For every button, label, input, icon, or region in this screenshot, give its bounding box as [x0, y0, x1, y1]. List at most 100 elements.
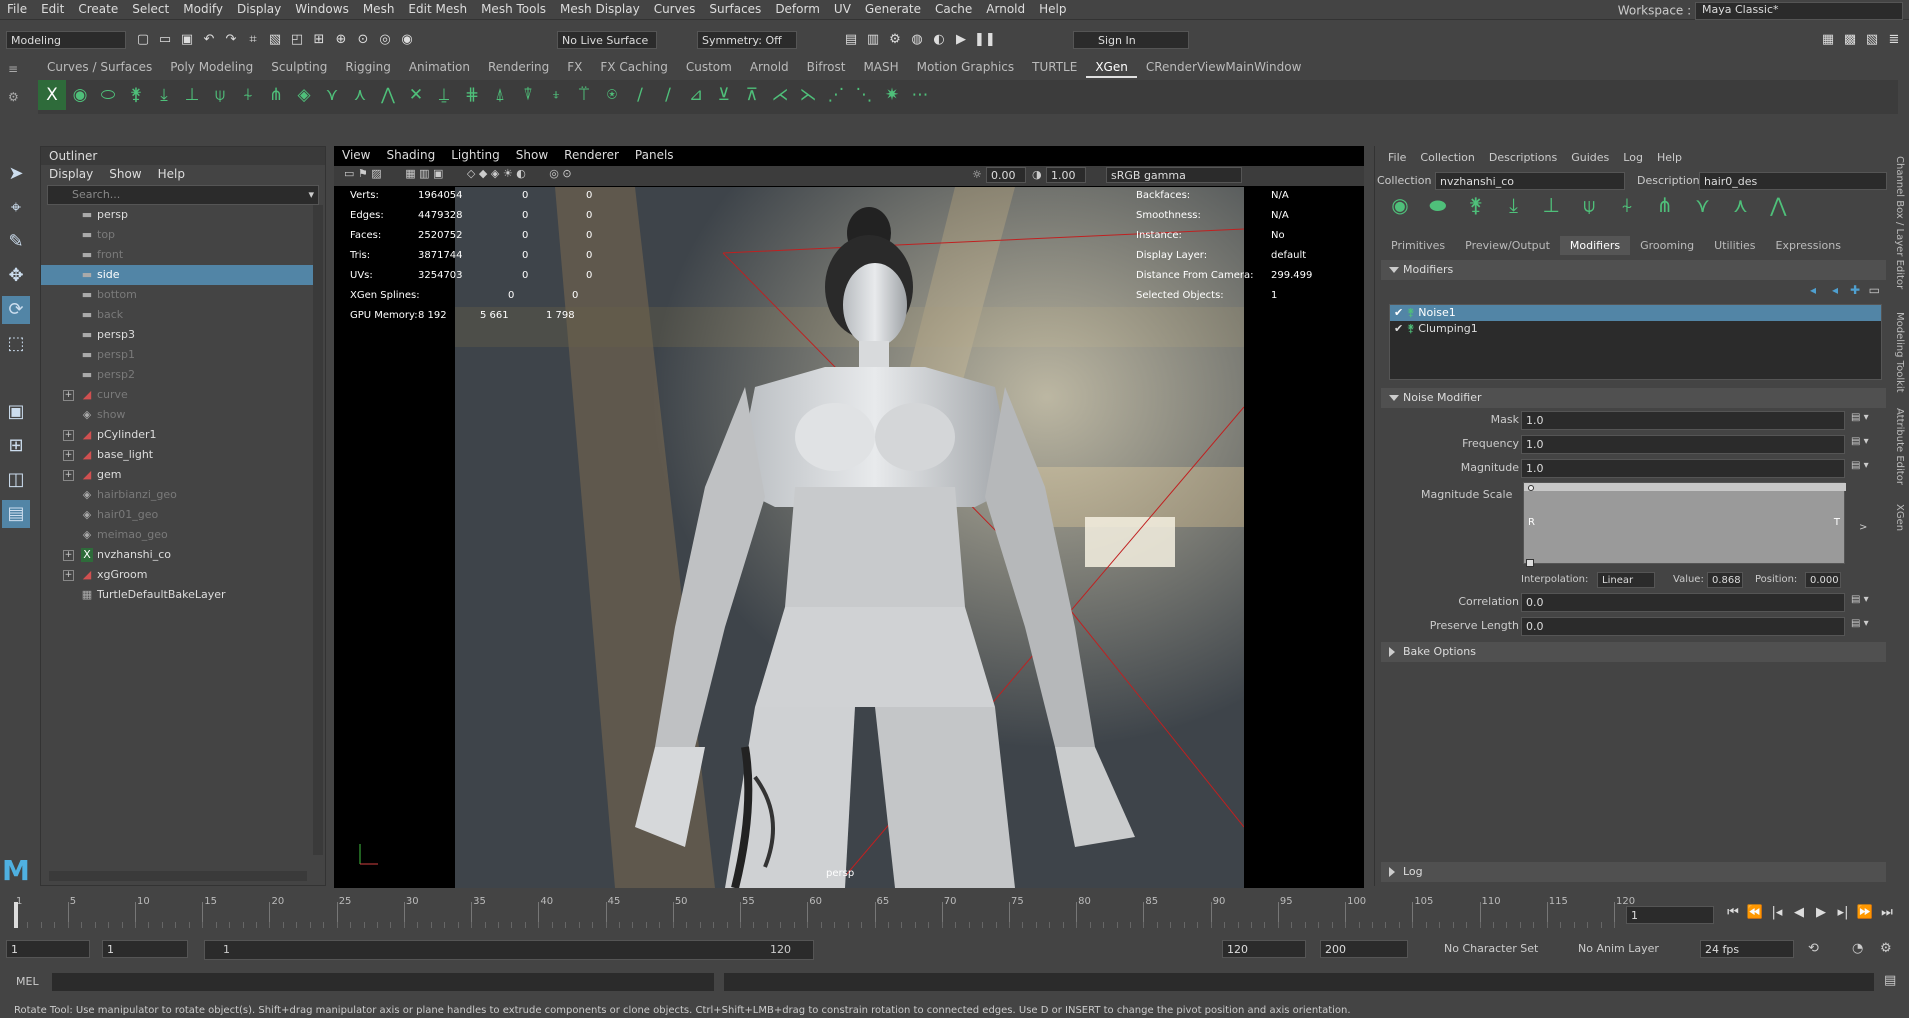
field-input[interactable]: 0.0	[1521, 617, 1845, 636]
checkbox-icon[interactable]: ✔	[1394, 306, 1407, 319]
select-tool-icon[interactable]: ➤	[2, 160, 30, 188]
resolution-gate-icon[interactable]: ▣	[433, 167, 443, 180]
snap-view-icon[interactable]: ◎	[376, 31, 394, 49]
expand-icon[interactable]: +	[63, 450, 74, 461]
start-frame-field[interactable]: 1	[6, 940, 90, 958]
render-settings-icon[interactable]: ⚙	[886, 31, 904, 49]
symmetry-dropdown[interactable]: Symmetry: Off	[697, 31, 797, 49]
shelf-tab-turtle[interactable]: TURTLE	[1023, 58, 1086, 76]
time-slider[interactable]: 1 5 10 15 20 25 30 35 40 45 50 55 60 65 70 75 80 85 90 95 10…	[0, 896, 1909, 936]
side-tab-xgen[interactable]: XGen	[1894, 504, 1905, 544]
lasso-tool-icon[interactable]: ⌖	[2, 194, 30, 222]
menu-edit-mesh[interactable]: Edit Mesh	[401, 0, 474, 16]
modifier-row-noise1[interactable]: ✔ ⚵ Noise1	[1390, 305, 1881, 321]
undo-icon[interactable]: ↶	[200, 31, 218, 49]
shelf-tab-custom[interactable]: Custom	[677, 58, 741, 76]
xgen-description-icon[interactable]: ⬭	[94, 80, 122, 110]
xgen-tab-grooming[interactable]: Grooming	[1630, 236, 1704, 255]
open-scene-icon[interactable]: ▭	[156, 31, 174, 49]
ramp-bottom-handle[interactable]	[1526, 559, 1534, 567]
layout-toggle-icon[interactable]: ▧	[1863, 31, 1881, 49]
checkbox-icon[interactable]: ✔	[1394, 322, 1407, 335]
expression-editor-icon[interactable]: ▤ ▾	[1851, 594, 1869, 605]
xgen-groom-h-icon[interactable]: ∕	[654, 80, 682, 110]
xgen-menu-guides[interactable]: Guides	[1564, 151, 1616, 164]
outliner-scrollbar[interactable]	[313, 205, 323, 855]
layout-stack-icon[interactable]: ≣	[1885, 31, 1903, 49]
ramp-point-handle[interactable]	[1528, 485, 1534, 491]
viewport-menu-show[interactable]: Show	[508, 148, 556, 162]
isolate-icon[interactable]: ◎	[549, 167, 559, 180]
ramp-value-field[interactable]: 0.868	[1707, 572, 1743, 588]
xgen-guide-e-icon[interactable]: ⍊	[430, 80, 458, 110]
expression-editor-icon[interactable]: ▤ ▾	[1851, 436, 1869, 447]
xgen-toggle-tool-icon[interactable]: ⍦	[1574, 195, 1604, 215]
exposure-field[interactable]: 0.00	[986, 167, 1026, 183]
modifier-folder-icon[interactable]: ▭	[1869, 283, 1880, 297]
move-tool-icon[interactable]: ✥	[2, 262, 30, 290]
xgen-groom-c-icon[interactable]: ⍒	[514, 80, 542, 110]
layout-single-view-icon[interactable]: ▣	[2, 398, 30, 426]
side-tab-attribute-editor[interactable]: Attribute Editor	[1894, 408, 1905, 498]
shadows-icon[interactable]: ◐	[516, 167, 526, 180]
outliner-item-gem[interactable]: + ◢ gem	[41, 465, 313, 485]
shelf-tab-xgen[interactable]: XGen	[1086, 58, 1137, 78]
xgen-groom-j-icon[interactable]: ⊻	[710, 80, 738, 110]
field-input[interactable]: 1.0	[1521, 459, 1845, 478]
move-down-icon[interactable]: ◂	[1832, 283, 1838, 297]
viewport-menu-renderer[interactable]: Renderer	[556, 148, 627, 162]
xgen-description-blob-icon[interactable]: ⬬	[1423, 195, 1453, 215]
play-forward-icon[interactable]: ▶	[1812, 904, 1830, 922]
menu-surfaces[interactable]: Surfaces	[702, 0, 768, 16]
layout-two-view-icon[interactable]: ◫	[2, 466, 30, 494]
snap-curve-icon[interactable]: ⊕	[332, 31, 350, 49]
xgen-move-guide-tool-icon[interactable]: ⤓	[1498, 195, 1528, 215]
grid-icon[interactable]: ▦	[405, 167, 415, 180]
playback-start-field[interactable]: 1	[102, 940, 188, 958]
shelf-tab-crenderviewmainwindow[interactable]: CRenderViewMainWindow	[1137, 58, 1311, 76]
expression-editor-icon[interactable]: ▤ ▾	[1851, 618, 1869, 629]
modifier-row-clumping1[interactable]: ✔ ⚵ Clumping1	[1390, 321, 1881, 337]
shelf-menu-icon[interactable]: ≡ ⚙	[8, 62, 22, 122]
outliner-menu-show[interactable]: Show	[101, 165, 149, 183]
menu-create[interactable]: Create	[71, 0, 125, 16]
go-end-icon[interactable]: ⏭	[1878, 904, 1896, 922]
outliner-item-base-light[interactable]: + ◢ base_light	[41, 445, 313, 465]
outliner-item-persp3[interactable]: ▬ persp3	[41, 325, 313, 345]
expression-editor-icon[interactable]: ▤ ▾	[1851, 460, 1869, 471]
xgen-guide-c-icon[interactable]: ⋏	[346, 80, 374, 110]
xgen-preview-eye-icon[interactable]: ◉	[1385, 195, 1415, 215]
character-set-dropdown[interactable]: No Character Set	[1444, 942, 1544, 955]
outliner-item-meimao-geo[interactable]: ◈ meimao_geo	[41, 525, 313, 545]
menu-modify[interactable]: Modify	[176, 0, 230, 16]
outliner-item-back[interactable]: ▬ back	[41, 305, 313, 325]
move-up-icon[interactable]: ◂	[1810, 283, 1816, 297]
collection-dropdown[interactable]: nvzhanshi_co	[1435, 172, 1625, 190]
workspace-selector[interactable]: Workspace : Maya Classic*	[1618, 2, 1903, 20]
xgen-groom-n-icon[interactable]: ⋰	[822, 80, 850, 110]
xgen-toggle-icon[interactable]: ⍦	[206, 80, 234, 110]
outliner-layout-icon[interactable]: ▤	[2, 500, 30, 528]
menu-file[interactable]: File	[0, 0, 34, 16]
fps-dropdown[interactable]: 24 fps	[1700, 940, 1794, 958]
side-tab-modeling-toolkit[interactable]: Modeling Toolkit	[1894, 312, 1905, 402]
current-time-marker[interactable]	[14, 902, 18, 928]
log-section[interactable]: Log	[1381, 862, 1886, 882]
shelf-tab-fx[interactable]: FX	[558, 58, 591, 76]
xray-icon[interactable]: ⊙	[562, 167, 571, 180]
outliner-item-turtledefaultbakelayer[interactable]: ▦ TurtleDefaultBakeLayer	[41, 585, 313, 605]
step-back-key-icon[interactable]: ⏪	[1746, 904, 1764, 922]
shelf-tab-rendering[interactable]: Rendering	[479, 58, 558, 76]
search-input[interactable]: Search...	[72, 188, 120, 201]
anim-prefs-icon[interactable]: ⚙	[1880, 941, 1892, 956]
snap-point-icon[interactable]: ⊙	[354, 31, 372, 49]
outliner-item-pcylinder1[interactable]: + ◢ pCylinder1	[41, 425, 313, 445]
xgen-menu-log[interactable]: Log	[1616, 151, 1650, 164]
bookmark-icon[interactable]: ⚑	[358, 167, 368, 180]
expand-icon[interactable]: +	[63, 550, 74, 561]
shelf-tab-rigging[interactable]: Rigging	[336, 58, 399, 76]
xgen-cut-icon[interactable]: ✕	[402, 80, 430, 110]
outliner-search[interactable]: Search... ▾	[47, 185, 319, 205]
menu-select[interactable]: Select	[125, 0, 176, 16]
xgen-guide-a-icon[interactable]: ⋔	[262, 80, 290, 110]
